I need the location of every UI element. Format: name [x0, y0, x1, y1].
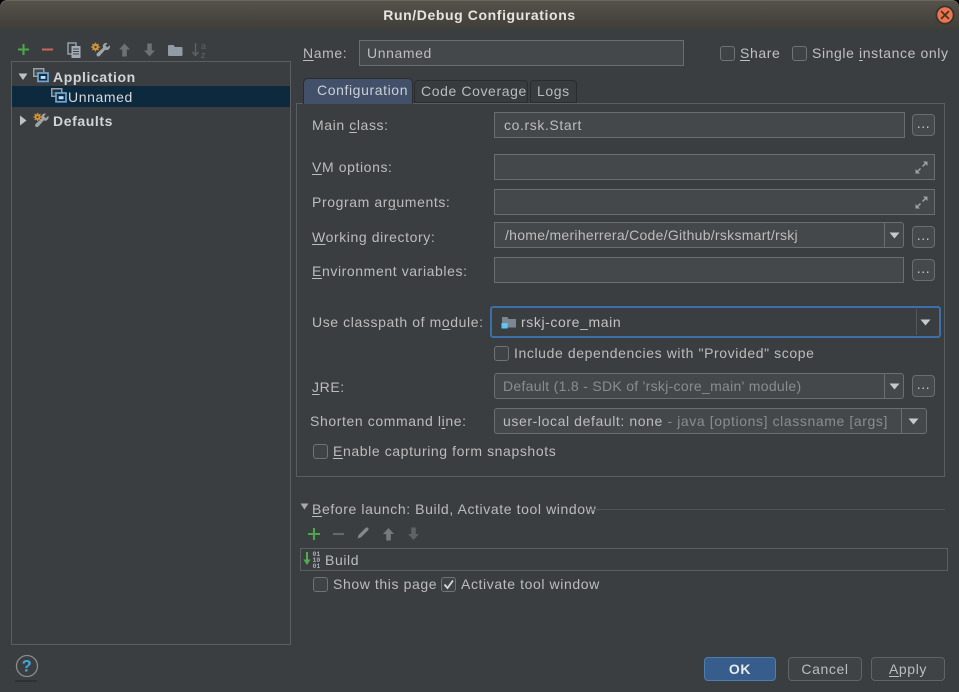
svg-text:?: ?	[22, 658, 33, 676]
svg-text:01: 01	[313, 563, 321, 568]
svg-text:z: z	[201, 50, 206, 59]
